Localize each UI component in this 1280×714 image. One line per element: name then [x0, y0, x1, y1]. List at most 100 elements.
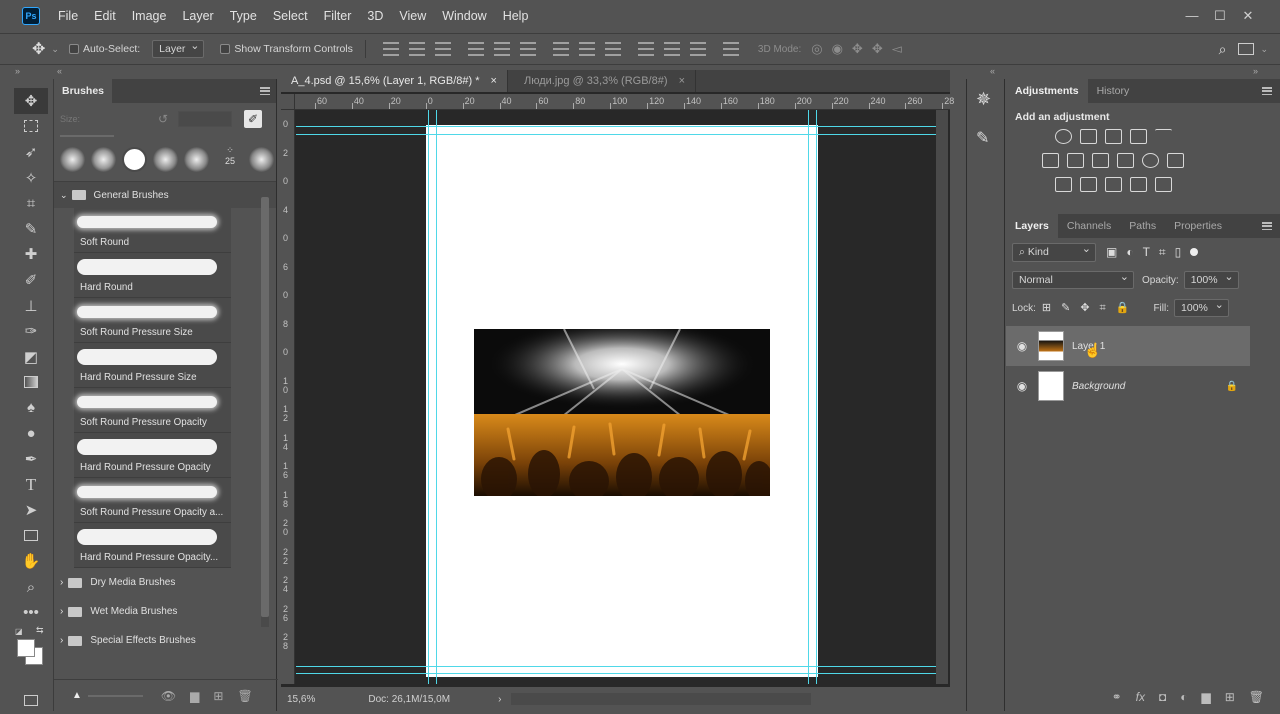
tab-properties[interactable]: Properties	[1165, 214, 1231, 238]
color-lookup-icon[interactable]	[1167, 153, 1184, 168]
brush-list-scrollbar[interactable]	[261, 197, 269, 627]
fill-field[interactable]: 100%	[1174, 298, 1229, 317]
brush-preset[interactable]: Soft Round Pressure Size	[74, 298, 231, 343]
distribute-hcenter-icon[interactable]	[663, 42, 680, 56]
preview-size-slider[interactable]	[87, 694, 143, 697]
auto-select-dropdown[interactable]: Layer	[152, 39, 205, 58]
zoom-level[interactable]: 15,6%	[287, 694, 315, 705]
move-tool-icon[interactable]: ✥	[32, 39, 45, 59]
filter-toggle-icon[interactable]	[1190, 248, 1199, 256]
brush-group-general[interactable]: ⌄ General Brushes	[54, 182, 276, 208]
brush-settings-icon[interactable]: ✎	[976, 128, 1004, 148]
visibility-eye-icon[interactable]: ◉	[1015, 339, 1029, 353]
brush-tool-icon[interactable]: ✐	[14, 267, 48, 293]
guide-horizontal[interactable]	[296, 673, 948, 674]
healing-brush-tool-icon[interactable]: ✚	[14, 242, 48, 268]
brush-preset[interactable]: Soft Round Pressure Opacity a...	[74, 478, 231, 523]
new-group-icon[interactable]: ▆	[1201, 690, 1210, 704]
channel-mixer-icon[interactable]	[1142, 153, 1159, 168]
chevron-right-icon[interactable]: ›	[60, 606, 63, 617]
doc-tab-lyudi[interactable]: Люди.jpg @ 33,3% (RGB/8#) ×	[514, 70, 696, 92]
brush-tip-preset[interactable]	[153, 146, 178, 172]
history-brush-tool-icon[interactable]: ✑	[14, 318, 48, 344]
align-right-icon[interactable]	[519, 42, 536, 56]
quick-mask-icon[interactable]	[14, 688, 48, 714]
vertical-ruler[interactable]: 0 2 0 4 0 6 0 8 0 1 0 1 2 1 4 1 6 1 8 2 0 2 2 2 4 2 6 2 8	[281, 110, 295, 684]
brush-tip-preset[interactable]	[91, 146, 116, 172]
vibrance-icon[interactable]	[1155, 129, 1172, 144]
distribute-right-icon[interactable]	[689, 42, 706, 56]
guide-horizontal[interactable]	[296, 666, 948, 667]
guide-vertical[interactable]	[436, 110, 437, 684]
align-top-icon[interactable]	[382, 42, 399, 56]
menu-window[interactable]: Window	[434, 0, 494, 32]
expand-strip-icon[interactable]: «	[990, 66, 995, 76]
gradient-map-icon[interactable]	[1130, 177, 1147, 192]
chevron-right-icon[interactable]: ›	[60, 635, 63, 646]
show-transform-checkbox[interactable]: Show Transform Controls	[220, 43, 353, 55]
menu-edit[interactable]: Edit	[86, 0, 124, 32]
filter-kind-dropdown[interactable]: ⌕ Kind	[1012, 242, 1096, 262]
invert-icon[interactable]	[1055, 177, 1072, 192]
tab-brushes[interactable]: Brushes	[54, 79, 113, 103]
threshold-icon[interactable]	[1105, 177, 1122, 192]
hue-saturation-icon[interactable]	[1042, 153, 1059, 168]
menu-view[interactable]: View	[391, 0, 434, 32]
distribute-bottom-icon[interactable]	[604, 42, 621, 56]
pen-tool-icon[interactable]: ✒	[14, 446, 48, 472]
layers-menu-icon[interactable]	[1262, 222, 1272, 230]
path-selection-tool-icon[interactable]: ➤	[14, 498, 48, 524]
adjustments-menu-icon[interactable]	[1262, 87, 1272, 95]
guide-vertical[interactable]	[428, 110, 429, 684]
collapse-toolbar-icon[interactable]: »	[15, 66, 20, 76]
align-left-icon[interactable]	[467, 42, 484, 56]
adjustment-layer-icon[interactable]: ◐	[1180, 690, 1187, 704]
eyedropper-tool-icon[interactable]: ✎	[14, 216, 48, 242]
new-brush-preset-icon[interactable]: ⊞	[213, 689, 223, 703]
layer-filter-icons[interactable]: ▣◐T⌗▯	[1106, 245, 1190, 260]
black-white-icon[interactable]	[1092, 153, 1109, 168]
menu-image[interactable]: Image	[124, 0, 175, 32]
reset-size-icon[interactable]: ↺	[158, 112, 168, 126]
workspace-dropdown[interactable]: ⌄	[1260, 44, 1268, 55]
menu-help[interactable]: Help	[495, 0, 537, 32]
close-tab-icon[interactable]: ×	[679, 75, 685, 87]
new-layer-icon[interactable]: ⊞	[1225, 690, 1235, 704]
brush-tip-preset[interactable]	[60, 146, 85, 172]
horizontal-scrollbar[interactable]	[511, 693, 811, 705]
brush-folder[interactable]: › Special Effects Brushes	[54, 626, 276, 655]
close-tab-icon[interactable]: ×	[491, 75, 497, 87]
brush-preset[interactable]: Soft Round	[74, 208, 231, 253]
foreground-color-swatch[interactable]	[17, 639, 35, 658]
brightness-contrast-icon[interactable]	[1055, 129, 1072, 144]
brush-preset[interactable]: Hard Round	[74, 253, 231, 298]
default-colors-icon[interactable]: ◪	[15, 627, 23, 636]
lock-icon[interactable]: 🔒	[1226, 381, 1238, 392]
more-tools-icon[interactable]: •••	[14, 600, 48, 626]
brush-size-triangle-icon[interactable]: ▲	[72, 690, 82, 701]
menu-file[interactable]: File	[50, 0, 86, 32]
brush-preset[interactable]: Hard Round Pressure Opacity...	[74, 523, 231, 568]
brush-tip-preset[interactable]	[122, 146, 147, 172]
fx-icon[interactable]: fx	[1136, 690, 1145, 704]
move-tool-icon[interactable]: ✥	[14, 88, 48, 114]
distribute-top-icon[interactable]	[552, 42, 569, 56]
guide-horizontal[interactable]	[296, 126, 948, 127]
tab-channels[interactable]: Channels	[1058, 214, 1120, 238]
menu-select[interactable]: Select	[265, 0, 316, 32]
toggle-preview-icon[interactable]: 👁	[161, 689, 176, 703]
collapse-right-panels-icon[interactable]: »	[1253, 66, 1258, 76]
brush-tip-preset[interactable]	[184, 146, 209, 172]
photo-filter-icon[interactable]	[1117, 153, 1134, 168]
posterize-icon[interactable]	[1080, 177, 1097, 192]
layer-name[interactable]: Background	[1072, 381, 1125, 392]
dodge-tool-icon[interactable]: ●	[14, 421, 48, 447]
doc-tab-a4[interactable]: A_4.psd @ 15,6% (Layer 1, RGB/8#) * ×	[281, 70, 508, 92]
menu-type[interactable]: Type	[222, 0, 265, 32]
new-group-icon[interactable]: ▆	[190, 689, 199, 703]
ruler-origin[interactable]	[281, 94, 295, 110]
brushes-menu-icon[interactable]	[260, 87, 270, 95]
zoom-tool-icon[interactable]: ⌕	[14, 574, 48, 600]
lasso-tool-icon[interactable]: ➶	[14, 139, 48, 165]
eraser-tool-icon[interactable]: ◩	[14, 344, 48, 370]
